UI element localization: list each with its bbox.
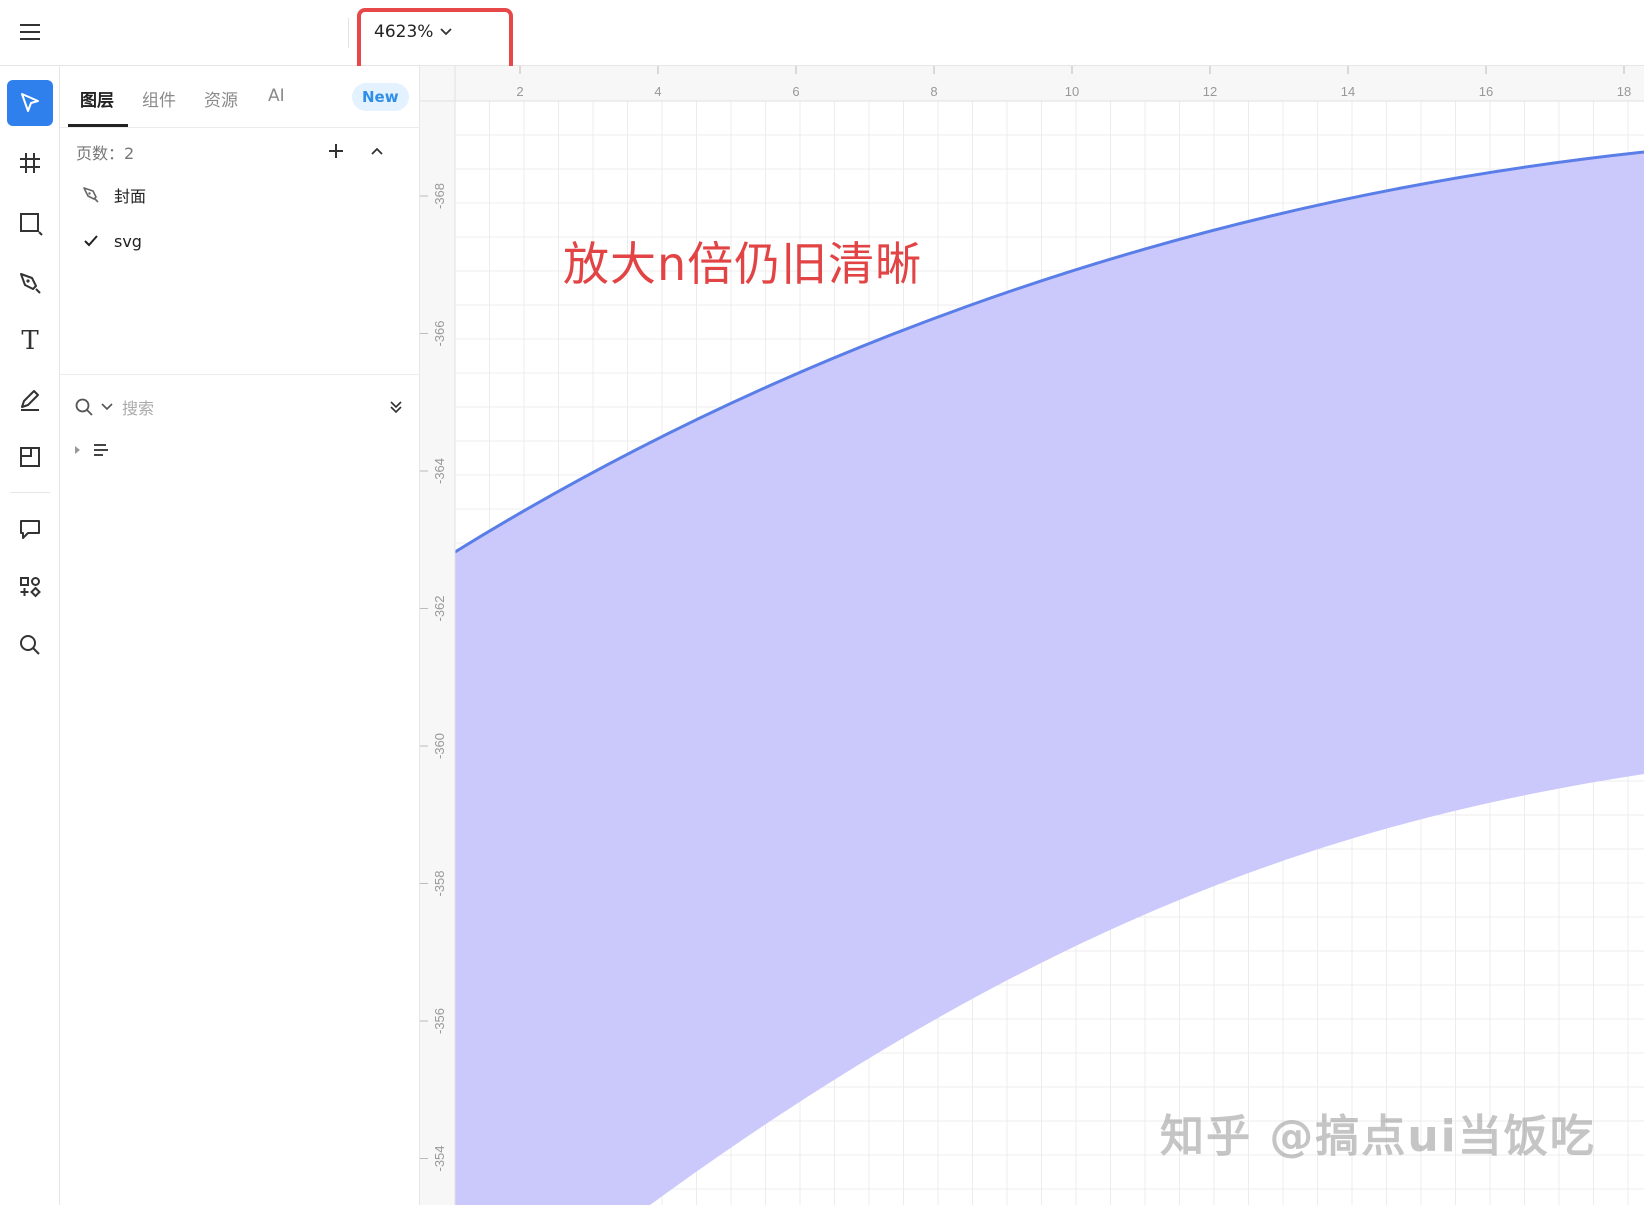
expand-triangle-icon[interactable] bbox=[74, 445, 82, 455]
search-icon bbox=[75, 398, 93, 416]
text-layer-icon bbox=[94, 444, 108, 456]
ruler-x-label: 14 bbox=[1341, 84, 1355, 99]
tab-components[interactable]: 组件 bbox=[142, 86, 176, 111]
ruler-x-label: 6 bbox=[792, 84, 799, 99]
zoom-value: 4623% bbox=[374, 22, 434, 42]
layer-item[interactable] bbox=[74, 436, 110, 464]
zoom-annotation-text: 放大n倍仍旧清晰 bbox=[563, 237, 923, 291]
ruler-x-label: 12 bbox=[1203, 84, 1217, 99]
ruler-x-label: 18 bbox=[1617, 84, 1631, 99]
ruler-y-label: -358 bbox=[432, 870, 447, 896]
ruler-x-label: 10 bbox=[1065, 84, 1079, 99]
ruler-y-label: -364 bbox=[432, 458, 447, 484]
ruler-y-label: -354 bbox=[432, 1145, 447, 1171]
ruler-x-label: 8 bbox=[930, 84, 937, 99]
design-app: 4623% T 图层 组件 资源 AI New 页数：2 封面 svg 搜索 2… bbox=[0, 0, 1644, 1205]
ruler-x-label: 4 bbox=[654, 84, 661, 99]
panel-tabs: 图层 组件 资源 AI New bbox=[60, 66, 420, 128]
vector-band-fill bbox=[455, 152, 1644, 1205]
collapse-pages-icon[interactable] bbox=[364, 138, 390, 164]
add-page-icon[interactable] bbox=[323, 138, 349, 164]
top-bar: 4623% bbox=[0, 0, 1644, 66]
ruler-y-label: -356 bbox=[432, 1008, 447, 1034]
ruler-y-label: -368 bbox=[432, 183, 447, 209]
tool-bar: T bbox=[0, 66, 60, 1205]
panel-separator bbox=[60, 374, 420, 375]
ruler-x-label: 16 bbox=[1479, 84, 1493, 99]
text-tool-glyph: T bbox=[21, 326, 39, 356]
active-tab-underline bbox=[68, 124, 128, 127]
layer-search[interactable]: 搜索 bbox=[74, 390, 404, 424]
text-T-icon[interactable]: T bbox=[7, 318, 53, 364]
page-label: svg bbox=[114, 231, 142, 251]
pencil-icon[interactable] bbox=[7, 376, 53, 422]
zoom-dropdown[interactable]: 4623% bbox=[374, 20, 453, 44]
pages-count-label: 页数：2 bbox=[76, 144, 135, 163]
components-icon[interactable] bbox=[7, 564, 53, 610]
hamburger-menu-icon[interactable] bbox=[8, 10, 52, 54]
slice-icon[interactable] bbox=[7, 434, 53, 480]
pointer-icon[interactable] bbox=[7, 80, 53, 126]
tab-layers[interactable]: 图层 bbox=[80, 86, 114, 111]
ruler-y-label: -362 bbox=[432, 595, 447, 621]
tab-ai[interactable]: AI bbox=[268, 86, 285, 106]
ruler-x-label: 2 bbox=[516, 84, 523, 99]
toolbar-separator bbox=[10, 492, 50, 493]
ruler-y-label: -366 bbox=[432, 320, 447, 346]
rectangle-icon[interactable] bbox=[7, 200, 53, 246]
chevron-down-icon bbox=[440, 28, 453, 36]
comment-icon[interactable] bbox=[7, 506, 53, 552]
topbar-divider bbox=[348, 18, 349, 48]
hash-frame-icon[interactable] bbox=[7, 140, 53, 186]
ruler-y-label: -360 bbox=[432, 733, 447, 759]
watermark: 知乎 @搞点ui当饭吃 bbox=[1160, 1111, 1596, 1162]
page-label: 封面 bbox=[114, 187, 147, 206]
check-icon bbox=[80, 230, 102, 252]
tab-assets[interactable]: 资源 bbox=[204, 86, 238, 111]
page-item-svg[interactable]: svg bbox=[80, 226, 142, 256]
new-badge: New bbox=[352, 83, 409, 111]
layers-panel: 图层 组件 资源 AI New 页数：2 封面 svg 搜索 bbox=[60, 66, 420, 1205]
pen-nib-icon[interactable] bbox=[7, 260, 53, 306]
page-item-cover[interactable]: 封面 bbox=[80, 180, 146, 210]
pen-nib-icon bbox=[80, 184, 102, 206]
search-icon[interactable] bbox=[7, 622, 53, 668]
chevron-down-icon[interactable] bbox=[100, 402, 114, 412]
horizontal-ruler bbox=[420, 66, 1644, 101]
search-placeholder: 搜索 bbox=[122, 399, 155, 418]
expand-all-icon[interactable] bbox=[388, 399, 404, 415]
